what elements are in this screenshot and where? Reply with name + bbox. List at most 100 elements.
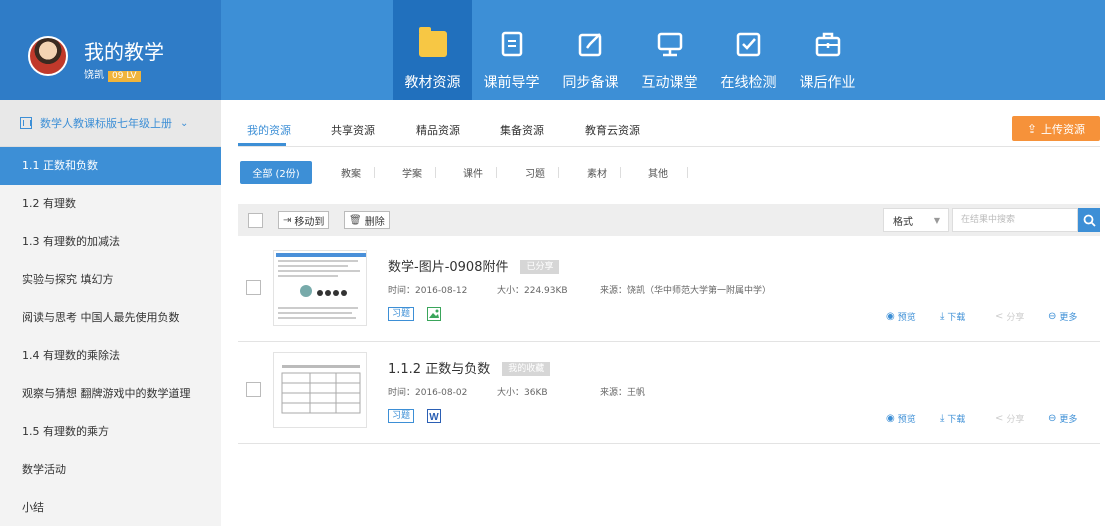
preview-label: 预览 <box>897 313 916 323</box>
resource-size: 大小：224.93KB <box>497 286 568 296</box>
resource-time: 时间：2016-08-12 <box>388 286 468 296</box>
sidebar-item-chapter[interactable]: 1.2 有理数 <box>0 185 221 223</box>
status-badge: 我的收藏 <box>502 362 551 376</box>
tab-edu-cloud-resources[interactable]: 教育云资源 <box>585 122 640 138</box>
filter-separator <box>620 167 621 178</box>
filter-courseware[interactable]: 课件 <box>463 165 483 180</box>
more-label: 更多 <box>1059 415 1078 425</box>
user-name[interactable]: 饶凯 <box>84 70 104 81</box>
nav-item-interactive-class[interactable]: 互动课堂 <box>630 0 709 100</box>
delete-button[interactable]: 🗑 删除 <box>344 211 390 229</box>
download-button[interactable]: ⤓ 下载 <box>940 412 965 425</box>
filter-other[interactable]: 其他 <box>648 165 668 180</box>
edit-icon <box>577 30 605 58</box>
format-select[interactable]: 格式 ▼ <box>883 208 949 232</box>
resource-tabs: 我的资源 共享资源 精品资源 集备资源 教育云资源 ⇪ 上传资源 <box>221 100 1105 148</box>
resource-time: 时间：2016-08-02 <box>388 388 468 398</box>
tab-shared-resources[interactable]: 共享资源 <box>331 122 375 138</box>
book-icon <box>20 117 32 129</box>
main-nav: 教材资源 课前导学 同步备课 互动课堂 在线检测 课后作业 <box>393 0 867 100</box>
batch-toolbar: ⇥ 移动到 🗑 删除 格式 ▼ 在结果中搜索 <box>238 204 1100 236</box>
filter-exercises[interactable]: 习题 <box>525 165 545 180</box>
avatar[interactable] <box>28 36 68 76</box>
download-icon: ⤓ <box>940 311 945 322</box>
sidebar-item-chapter[interactable]: 1.4 有理数的乘除法 <box>0 337 221 375</box>
sidebar-item-chapter[interactable]: 1.3 有理数的加减法 <box>0 223 221 261</box>
nav-item-online-test[interactable]: 在线检测 <box>709 0 788 100</box>
download-label: 下载 <box>947 415 966 425</box>
type-filters: 全部 (2份) 教案 学案 课件 习题 素材 其他 <box>221 160 1105 186</box>
word-icon: W <box>427 409 441 423</box>
resource-item: 数学-图片-0908附件 已分享 时间：2016-08-12 大小：224.93K… <box>238 240 1100 342</box>
sidebar-item-chapter[interactable]: 数学活动 <box>0 451 221 489</box>
resource-title[interactable]: 数学-图片-0908附件 已分享 <box>388 256 560 275</box>
svg-text:W: W <box>429 412 439 423</box>
filter-materials[interactable]: 素材 <box>587 165 607 180</box>
tabs-divider <box>238 146 1100 147</box>
download-button[interactable]: ⤓ 下载 <box>940 310 965 323</box>
move-label: 移动到 <box>294 216 325 228</box>
monitor-icon <box>656 30 684 58</box>
level-badge: 09 LV <box>108 71 141 82</box>
tab-collective-resources[interactable]: 集备资源 <box>500 122 544 138</box>
nav-item-homework[interactable]: 课后作业 <box>788 0 867 100</box>
folder-icon <box>418 27 447 58</box>
download-icon: ⤓ <box>940 413 945 424</box>
share-button[interactable]: < 分享 <box>995 310 1024 323</box>
nav-label: 课前导学 <box>483 75 540 91</box>
resource-thumbnail[interactable] <box>273 250 367 326</box>
trash-icon: 🗑 <box>349 214 362 226</box>
category-tag: 习题 <box>388 409 415 423</box>
tab-premium-resources[interactable]: 精品资源 <box>416 122 460 138</box>
search-button[interactable] <box>1078 208 1100 232</box>
upload-label: 上传资源 <box>1041 122 1086 136</box>
sidebar-item-chapter[interactable]: 实验与探究 填幻方 <box>0 261 221 299</box>
chevron-down-icon: ⌄ <box>180 117 189 129</box>
upload-resource-button[interactable]: ⇪ 上传资源 <box>1012 116 1100 141</box>
resource-title[interactable]: 1.1.2 正数与负数 我的收藏 <box>388 358 551 377</box>
filter-all[interactable]: 全部 (2份) <box>240 161 312 184</box>
filter-lesson-plan[interactable]: 教案 <box>341 165 361 180</box>
upload-icon: ⇪ <box>1026 121 1038 136</box>
more-button[interactable]: ⊖ 更多 <box>1048 310 1077 323</box>
delete-label: 删除 <box>364 216 385 228</box>
search-input[interactable]: 在结果中搜索 <box>952 208 1078 232</box>
more-button[interactable]: ⊖ 更多 <box>1048 412 1077 425</box>
sidebar-item-chapter[interactable]: 小结 <box>0 489 221 527</box>
nav-item-textbook-resources[interactable]: 教材资源 <box>393 0 472 100</box>
resource-size: 大小：36KB <box>497 388 548 398</box>
nav-label: 同步备课 <box>562 75 619 91</box>
checkbox-icon <box>735 30 763 58</box>
user-info: 饶凯 09 LV <box>84 66 141 82</box>
resource-title-text: 1.1.2 正数与负数 <box>388 362 491 377</box>
more-icon: ⊖ <box>1048 413 1057 424</box>
nav-label: 课后作业 <box>799 75 856 91</box>
tab-my-resources[interactable]: 我的资源 <box>247 122 291 138</box>
main-content: 我的资源 共享资源 精品资源 集备资源 教育云资源 ⇪ 上传资源 全部 (2份)… <box>221 100 1105 526</box>
resource-thumbnail[interactable] <box>273 352 367 428</box>
select-all-checkbox[interactable] <box>248 213 263 228</box>
item-checkbox[interactable] <box>246 382 261 397</box>
item-checkbox[interactable] <box>246 280 261 295</box>
share-label: 分享 <box>1006 313 1025 323</box>
textbook-name: 数学人教课标版七年级上册 <box>40 117 172 130</box>
eye-icon: ◉ <box>886 311 895 322</box>
textbook-selector[interactable]: 数学人教课标版七年级上册 ⌄ <box>0 100 221 147</box>
sidebar-item-chapter[interactable]: 1.5 有理数的乘方 <box>0 413 221 451</box>
brand-area: 我的教学 饶凯 09 LV <box>0 0 221 100</box>
nav-item-lesson-prep[interactable]: 同步备课 <box>551 0 630 100</box>
filter-study-plan[interactable]: 学案 <box>402 165 422 180</box>
preview-button[interactable]: ◉ 预览 <box>886 412 916 425</box>
sidebar-item-chapter[interactable]: 观察与猜想 翻牌游戏中的数学道理 <box>0 375 221 413</box>
status-badge: 已分享 <box>520 260 560 274</box>
share-button[interactable]: < 分享 <box>995 412 1024 425</box>
move-to-button[interactable]: ⇥ 移动到 <box>278 211 330 229</box>
preview-button[interactable]: ◉ 预览 <box>886 310 916 323</box>
sidebar-item-chapter[interactable]: 阅读与思考 中国人最先使用负数 <box>0 299 221 337</box>
image-icon <box>427 307 441 321</box>
more-icon: ⊖ <box>1048 311 1057 322</box>
download-label: 下载 <box>947 313 966 323</box>
eye-icon: ◉ <box>886 413 895 424</box>
nav-item-pre-class[interactable]: 课前导学 <box>472 0 551 100</box>
sidebar-item-chapter[interactable]: 1.1 正数和负数 <box>0 147 221 185</box>
